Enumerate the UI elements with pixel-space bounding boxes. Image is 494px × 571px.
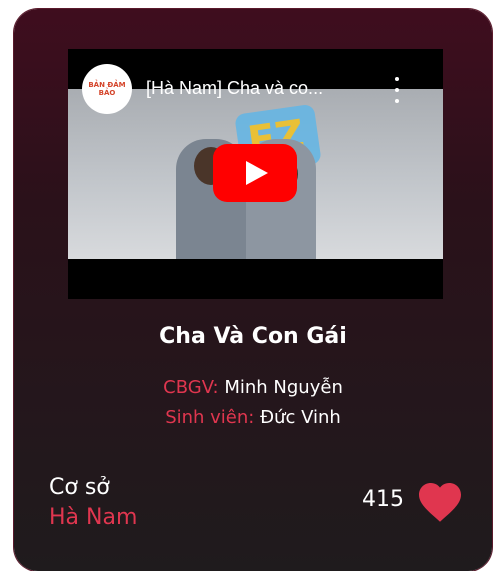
campus-info: Cơ sở Hà Nam	[49, 473, 137, 533]
teacher-name: Minh Nguyễn	[224, 377, 343, 398]
like-count: 415	[362, 487, 404, 512]
student-line: Sinh viên: Đức Vinh	[14, 407, 492, 428]
student-name: Đức Vinh	[260, 407, 341, 428]
entry-title: Cha Và Con Gái	[159, 324, 347, 349]
play-icon[interactable]	[213, 144, 297, 202]
campus-value: Hà Nam	[49, 505, 138, 530]
video-embed[interactable]: FZ BẢN ĐẢM BẢO [Hà Nam] Cha và co...	[68, 49, 443, 299]
student-label: Sinh viên:	[165, 407, 255, 428]
campus-label: Cơ sở	[49, 475, 110, 500]
channel-logo[interactable]: BẢN ĐẢM BẢO	[82, 64, 132, 114]
teacher-line: CBGV: Minh Nguyễn	[14, 377, 492, 398]
video-title[interactable]: [Hà Nam] Cha và co...	[146, 78, 376, 99]
teacher-label: CBGV:	[163, 377, 219, 398]
heart-icon[interactable]	[416, 477, 464, 525]
entry-card: FZ BẢN ĐẢM BẢO [Hà Nam] Cha và co... Cha…	[14, 9, 492, 571]
kebab-menu-icon[interactable]	[390, 77, 404, 103]
